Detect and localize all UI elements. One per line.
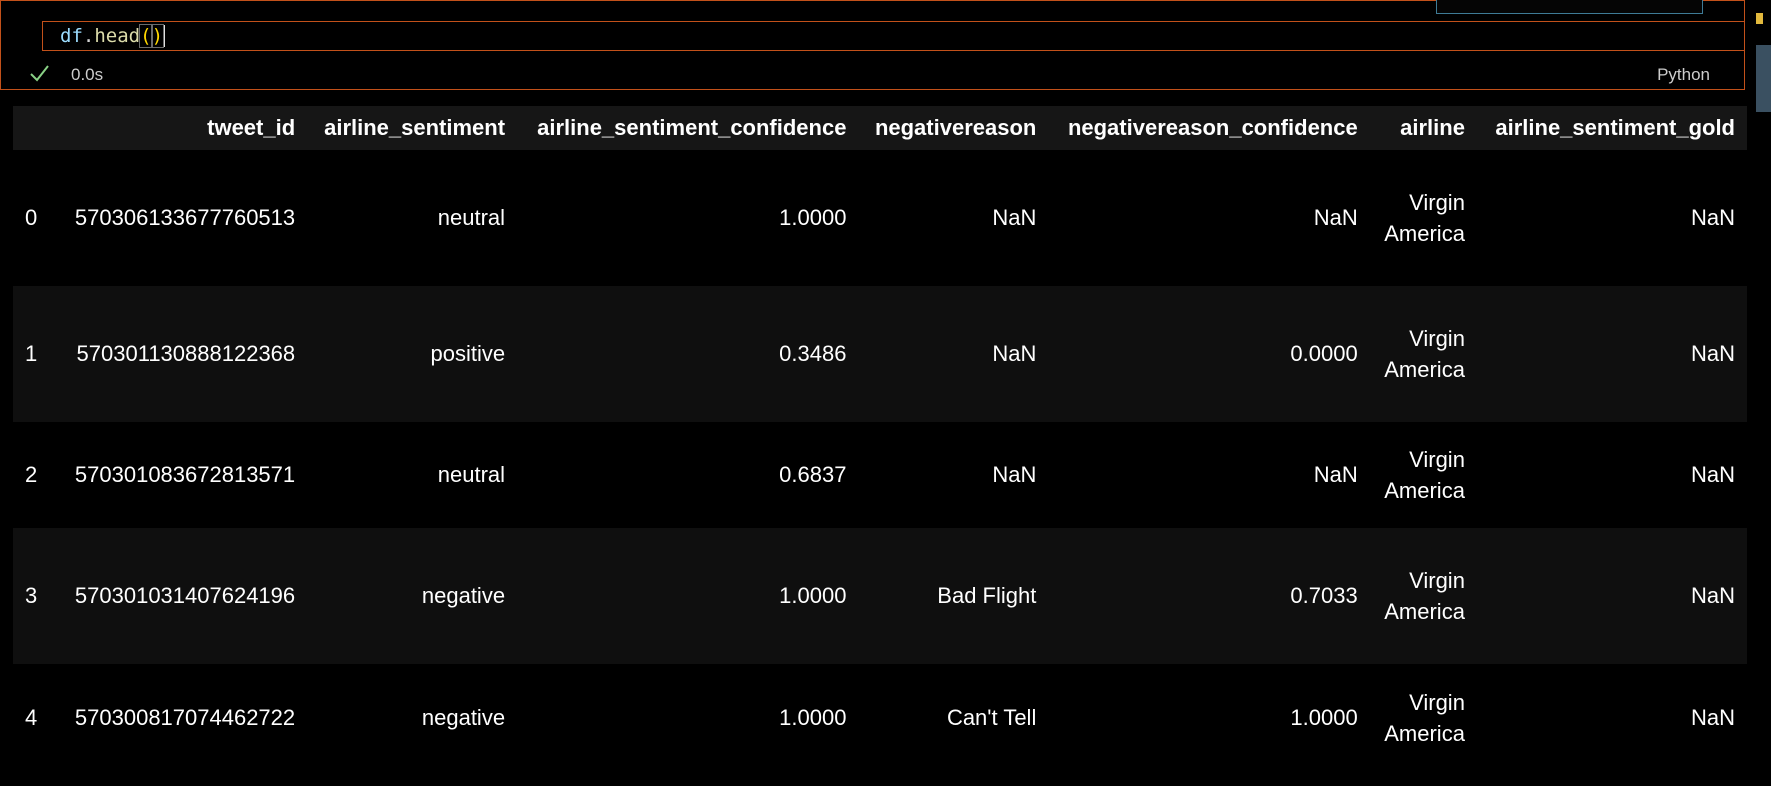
airline-line-1: Virgin (1409, 326, 1465, 351)
table-cell: 1.0000 (517, 528, 859, 664)
row-index: 2 (13, 422, 57, 528)
table-row: 2 570301083672813571 neutral 0.6837 NaN … (13, 422, 1747, 528)
table-cell: NaN (1476, 422, 1747, 528)
table-row: 3 570301031407624196 negative 1.0000 Bad… (13, 528, 1747, 664)
table-cell: NaN (1048, 150, 1370, 286)
table-cell: 1.0000 (517, 150, 859, 286)
table-cell: NaN (858, 422, 1049, 528)
table-cell: NaN (1048, 422, 1370, 528)
table-cell: Virgin America (1369, 150, 1477, 286)
table-cell: NaN (858, 150, 1049, 286)
airline-line-1: Virgin (1409, 568, 1465, 593)
code-editor[interactable]: df.head() (42, 21, 1745, 51)
column-header: airline (1369, 106, 1477, 150)
column-header: airline_sentiment_confidence (517, 106, 859, 150)
execution-time: 0.0s (71, 65, 104, 84)
airline-line-2: America (1384, 721, 1465, 746)
column-header: airline_sentiment (307, 106, 518, 150)
table-cell: neutral (307, 422, 518, 528)
table-cell: 0.6837 (517, 422, 859, 528)
row-index: 3 (13, 528, 57, 664)
code-close-paren: ) (150, 24, 165, 48)
table-cell: Virgin America (1369, 664, 1477, 772)
table-row: 1 570301130888122368 positive 0.3486 NaN… (13, 286, 1747, 422)
dataframe-table: tweet_id airline_sentiment airline_senti… (13, 106, 1747, 772)
find-widget[interactable] (1436, 0, 1703, 14)
table-cell: neutral (307, 150, 518, 286)
table-cell: NaN (1476, 528, 1747, 664)
column-header: negativereason (858, 106, 1049, 150)
table-cell: Can't Tell (858, 664, 1049, 772)
text-caret (163, 25, 166, 47)
table-cell: NaN (1476, 664, 1747, 772)
column-header: negativereason_confidence (1048, 106, 1370, 150)
airline-line-2: America (1384, 478, 1465, 503)
table-cell: Virgin America (1369, 422, 1477, 528)
table-cell: 1.0000 (1048, 664, 1370, 772)
row-index: 1 (13, 286, 57, 422)
table-cell: 570301083672813571 (57, 422, 308, 528)
table-row: 0 570306133677760513 neutral 1.0000 NaN … (13, 150, 1747, 286)
airline-line-2: America (1384, 599, 1465, 624)
row-index: 4 (13, 664, 57, 772)
code-cell[interactable]: df.head() 0.0s Python (0, 0, 1745, 90)
table-cell: Bad Flight (858, 528, 1049, 664)
table-cell: negative (307, 528, 518, 664)
table-cell: 0.7033 (1048, 528, 1370, 664)
airline-line-1: Virgin (1409, 190, 1465, 215)
table-cell: 0.0000 (1048, 286, 1370, 422)
overview-ruler-marker (1756, 13, 1763, 24)
scrollbar-thumb[interactable] (1756, 45, 1771, 112)
table-header-row: tweet_id airline_sentiment airline_senti… (13, 106, 1747, 150)
column-header: airline_sentiment_gold (1476, 106, 1747, 150)
check-icon (30, 65, 49, 82)
cell-output: tweet_id airline_sentiment airline_senti… (13, 106, 1747, 772)
cell-language-button[interactable]: Python (1657, 65, 1710, 85)
table-cell: 570306133677760513 (57, 150, 308, 286)
table-cell: positive (307, 286, 518, 422)
code-dot: . (82, 25, 95, 47)
code-identifier: df (60, 25, 83, 47)
table-cell: 570301130888122368 (57, 286, 308, 422)
airline-line-1: Virgin (1409, 447, 1465, 472)
table-cell: NaN (1476, 286, 1747, 422)
column-header: tweet_id (57, 106, 308, 150)
table-cell: 570300817074462722 (57, 664, 308, 772)
table-cell: Virgin America (1369, 286, 1477, 422)
table-cell: NaN (1476, 150, 1747, 286)
table-cell: negative (307, 664, 518, 772)
airline-line-2: America (1384, 357, 1465, 382)
table-cell: 570301031407624196 (57, 528, 308, 664)
airline-line-1: Virgin (1409, 690, 1465, 715)
code-open-paren: ( (139, 24, 153, 48)
row-index: 0 (13, 150, 57, 286)
table-cell: Virgin America (1369, 528, 1477, 664)
table-cell: NaN (858, 286, 1049, 422)
table-cell: 0.3486 (517, 286, 859, 422)
airline-line-2: America (1384, 221, 1465, 246)
code-line[interactable]: df.head() (60, 24, 166, 48)
table-row: 4 570300817074462722 negative 1.0000 Can… (13, 664, 1747, 772)
code-function: head (94, 25, 141, 47)
index-header (13, 106, 57, 150)
table-cell: 1.0000 (517, 664, 859, 772)
